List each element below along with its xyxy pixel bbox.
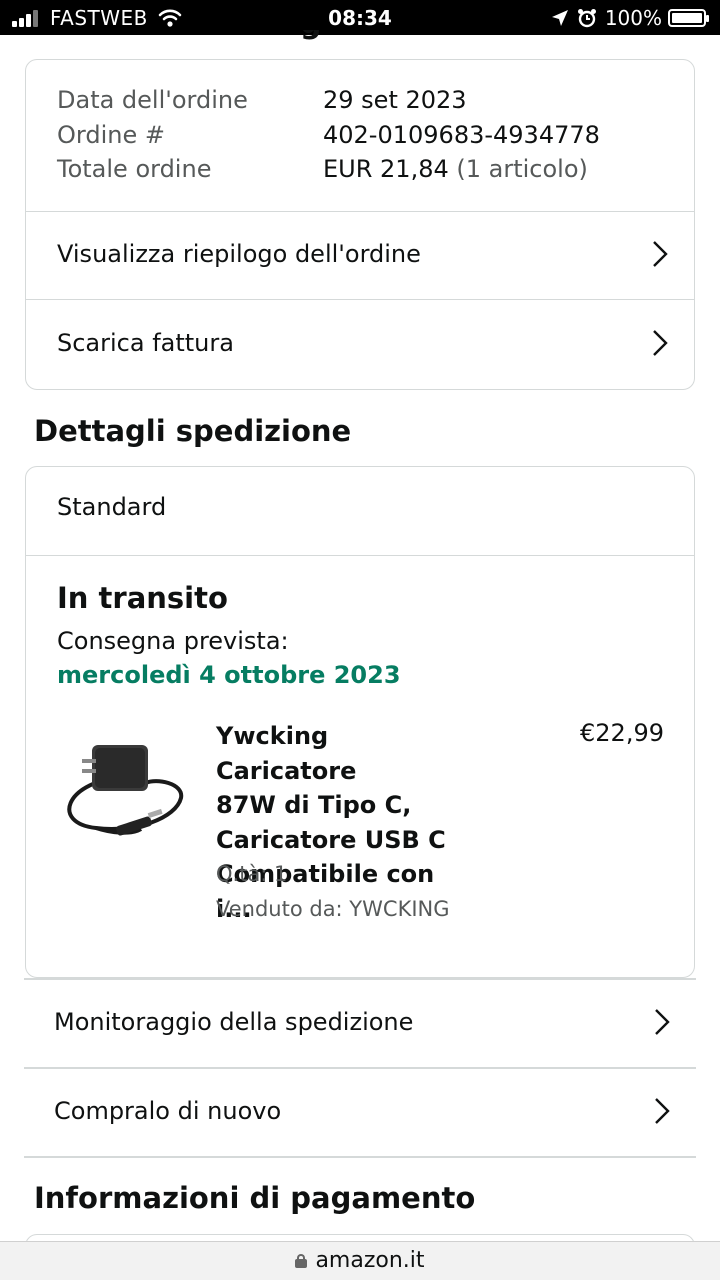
order-date-label: Data dell'ordine [57,86,248,114]
buy-again-link[interactable]: Compralo di nuovo [24,1069,696,1157]
track-shipment-link[interactable]: Monitoraggio della spedizione [24,980,696,1068]
order-total-label: Totale ordine [57,155,212,183]
order-total-row: Totale ordine EUR 21,84 (1 articolo) [57,155,588,183]
laptop-charger-image[interactable] [56,733,186,843]
order-info-card: Data dell'ordine 29 set 2023 Ordine # 40… [25,59,695,390]
view-order-summary-link[interactable]: Visualizza riepilogo dell'ordine [26,212,694,300]
battery-percent: 100% [604,6,662,30]
product-price: €22,99 [580,719,664,747]
view-order-summary-label: Visualizza riepilogo dell'ordine [57,240,421,268]
browser-url-bar[interactable]: amazon.it [0,1241,720,1280]
shipment-status: In transito [57,581,228,615]
product-title-line: Caricatore USB C [216,825,446,854]
shipping-section-title: Dettagli spedizione [34,414,352,448]
order-date-value: 29 set 2023 [323,86,467,114]
order-total-items: (1 articolo) [456,155,588,183]
buy-again-label: Compralo di nuovo [54,1097,282,1125]
chevron-right-icon [653,330,668,356]
expected-delivery-date: mercoledì 4 ottobre 2023 [57,661,401,689]
download-invoice-link[interactable]: Scarica fattura [26,301,694,389]
shipping-method: Standard [57,493,167,521]
track-shipment-label: Monitoraggio della spedizione [54,1008,414,1036]
chevron-right-icon [653,241,668,267]
location-arrow-icon [551,10,568,26]
product-title-line: 87W di Tipo C, [216,791,412,819]
shipment-card: Standard In transito Consegna prevista: … [25,466,695,978]
chevron-right-icon [655,1098,670,1124]
expected-delivery-label: Consegna prevista: [57,627,289,655]
product-quantity: Q.tà: 1 [216,862,288,886]
order-date-row: Data dell'ordine 29 set 2023 [57,86,467,114]
status-bar: FASTWEB 08:34 100% [0,0,720,35]
cut-off-heading: g [300,30,340,44]
payment-section-title: Informazioni di pagamento [34,1181,476,1215]
download-invoice-label: Scarica fattura [57,329,234,357]
order-number-label: Ordine # [57,121,165,149]
alarm-icon [577,9,596,28]
order-total-value: EUR 21,84 [323,155,449,183]
battery-icon [668,9,709,27]
chevron-right-icon [655,1009,670,1035]
product-title-line: Ywcking Caricatore [216,722,357,785]
url-text: amazon.it [315,1248,425,1273]
product-title[interactable]: Ywcking Caricatore 87W di Tipo C, Carica… [216,719,476,926]
product-seller: Venduto da: YWCKING [216,897,450,921]
order-number-value: 402-0109683-4934778 [323,121,600,149]
order-number-row: Ordine # 402-0109683-4934778 [57,121,600,149]
lock-icon [295,1254,308,1268]
